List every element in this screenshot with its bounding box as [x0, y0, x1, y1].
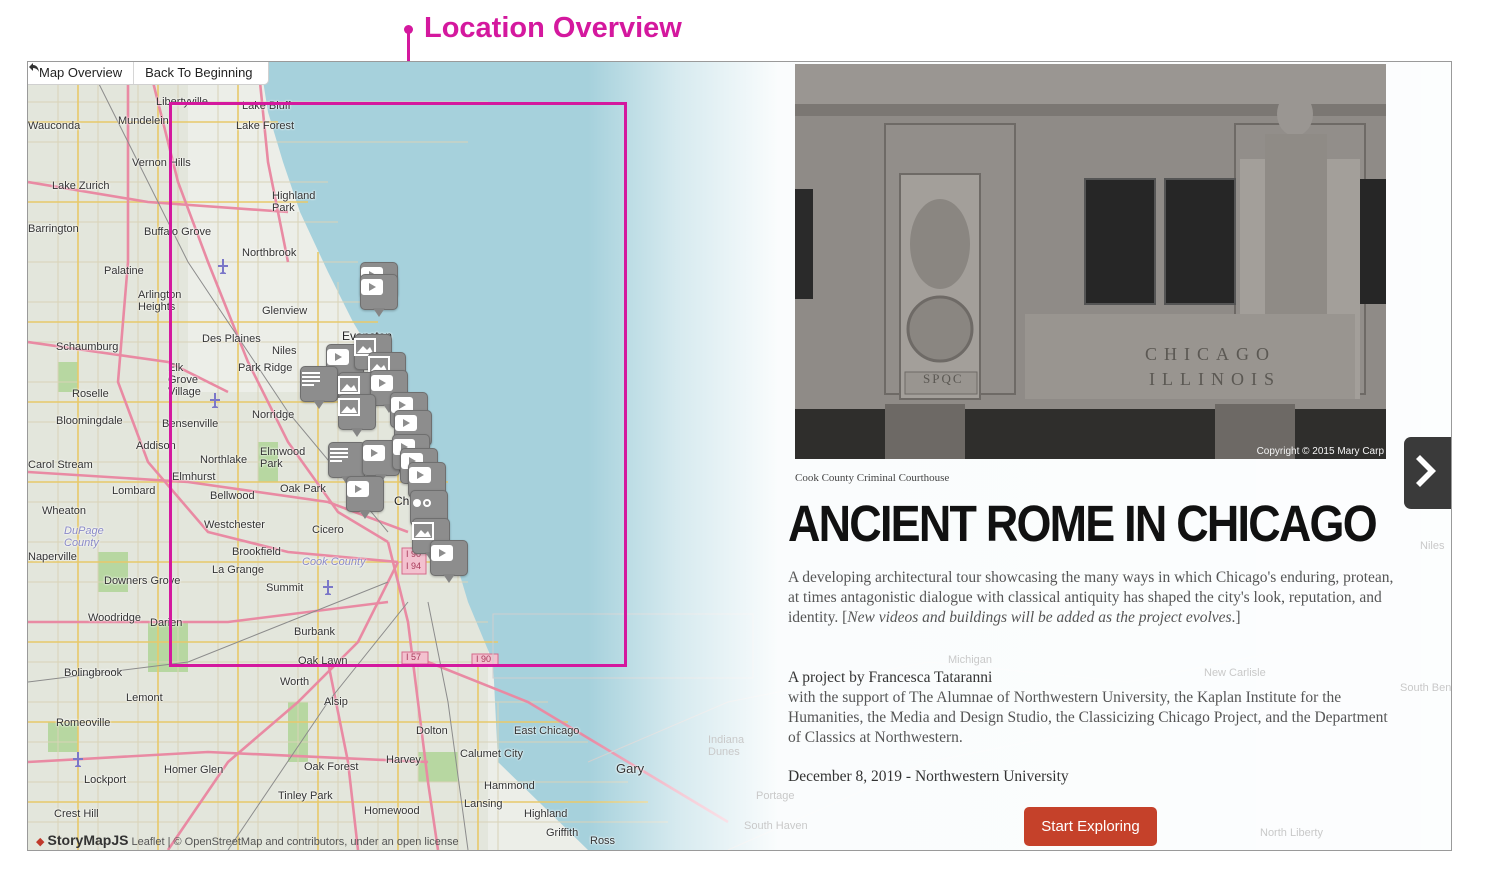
map-marker-image[interactable]	[338, 394, 376, 438]
photo-copyright: Copyright © 2015 Mary Carp	[1256, 446, 1384, 457]
play-icon	[360, 278, 398, 306]
chevron-right-icon	[1414, 453, 1442, 494]
storymapjs-brand[interactable]: StoryMapJS	[48, 832, 129, 848]
text-icon	[328, 446, 366, 474]
project-support: with the support of The Alumnae of North…	[788, 689, 1388, 746]
play-icon	[430, 544, 468, 572]
map-label: Lake Zurich	[52, 180, 110, 192]
map-label: Bloomingdale	[56, 415, 123, 427]
slide-description: A developing architectural tour showcasi…	[788, 568, 1398, 628]
attribution-text: Leaflet | © OpenStreetMap and contributo…	[131, 836, 459, 848]
slide-title: ANCIENT ROME IN CHICAGO	[788, 495, 1378, 552]
map-label: Carol Stream	[28, 459, 93, 471]
storymap-logo-icon: ◆	[36, 836, 45, 848]
map-label: Harvey	[386, 754, 421, 766]
map-toolbar: Map Overview Back To Beginning	[28, 62, 269, 85]
map-label: Michigan	[948, 654, 993, 666]
map-label: Romeoville	[56, 717, 111, 729]
map-label: Oak Forest	[304, 761, 359, 773]
map-label: North Liberty	[1260, 827, 1323, 839]
map-label: Homewood	[364, 805, 420, 817]
map-label: Homer Glen	[164, 764, 224, 776]
project-credits: A project by Francesca Tataranni with th…	[788, 668, 1398, 748]
project-date: December 8, 2019 - Northwestern Universi…	[788, 768, 1069, 785]
map-label: Mundelein	[118, 115, 169, 127]
description-italic: New videos and buildings will be added a…	[847, 609, 1232, 626]
map-marker-video[interactable]	[360, 274, 398, 318]
photo-inscription: CHICAGO	[1145, 344, 1277, 364]
map-label: Gary	[616, 761, 645, 776]
map-label: Woodridge	[88, 612, 141, 624]
map-attribution: ◆ StoryMapJS Leaflet | © OpenStreetMap a…	[36, 832, 459, 848]
map-label: Portage	[756, 790, 795, 802]
map-label: Wheaton	[42, 505, 87, 517]
play-icon	[346, 480, 384, 508]
map-label: South Haven	[744, 820, 808, 832]
map-label: Indiana Dunes	[708, 734, 745, 758]
map-label: Ross	[590, 835, 616, 847]
photo-caption: Cook County Criminal Courthouse	[795, 472, 950, 484]
map-label: DuPage County	[64, 525, 104, 549]
courthouse-photo	[795, 64, 1386, 459]
map-label: Roselle	[72, 388, 109, 400]
back-to-beginning-button[interactable]: Back To Beginning	[29, 62, 267, 84]
map-label: East Chicago	[514, 725, 580, 737]
map-label: South Bend	[1400, 682, 1452, 694]
map-label: Dolton	[416, 725, 448, 737]
text-icon	[300, 370, 338, 398]
map-label: Naperville	[28, 551, 77, 563]
map-marker-text[interactable]	[300, 366, 338, 410]
map-label: Calumet City	[460, 748, 523, 760]
map-label: Bolingbrook	[64, 667, 123, 679]
next-slide-button[interactable]	[1404, 437, 1451, 509]
back-to-beginning-label: Back To Beginning	[145, 65, 253, 80]
map-label: Lockport	[84, 774, 127, 786]
map-label: Lemont	[126, 692, 163, 704]
map-label: Worth	[280, 676, 310, 688]
storymap-frame: Libertyville Lake Bluff Mundelein Lake F…	[27, 61, 1452, 851]
map-label: Hammond	[484, 780, 535, 792]
photo-inscription: ILLINOIS	[1149, 369, 1281, 389]
map-label: Griffith	[546, 827, 579, 839]
map-label: Alsip	[324, 696, 348, 708]
map-overview-button[interactable]: Map Overview	[28, 62, 133, 84]
photo-plaque-text: SPQC	[923, 371, 964, 386]
map-label: Lansing	[464, 798, 503, 810]
map-label: Niles	[1420, 540, 1445, 552]
map-overview-label: Map Overview	[39, 65, 123, 80]
map-marker-video[interactable]	[346, 476, 384, 520]
map-label: Schaumburg	[56, 341, 119, 353]
map-label: Lombard	[112, 485, 156, 497]
map-label: Highland	[524, 808, 568, 820]
slide-photo[interactable]: SPQC CHICAGO ILLINOIS Copyright © 2015 M…	[795, 64, 1386, 459]
start-exploring-button[interactable]: Start Exploring	[1024, 807, 1157, 846]
map-marker-video[interactable]	[430, 540, 468, 584]
map-label: Palatine	[104, 265, 144, 277]
location-overview-annotation: Location Overview	[424, 12, 682, 44]
map-label: Barrington	[28, 223, 79, 235]
map-label: Crest Hill	[54, 808, 99, 820]
description-end: .]	[1231, 609, 1241, 626]
map-label: Tinley Park	[278, 790, 333, 802]
project-author: A project by Francesca Tataranni	[788, 669, 993, 686]
map-label: Wauconda	[28, 120, 81, 132]
image-icon	[338, 398, 376, 426]
